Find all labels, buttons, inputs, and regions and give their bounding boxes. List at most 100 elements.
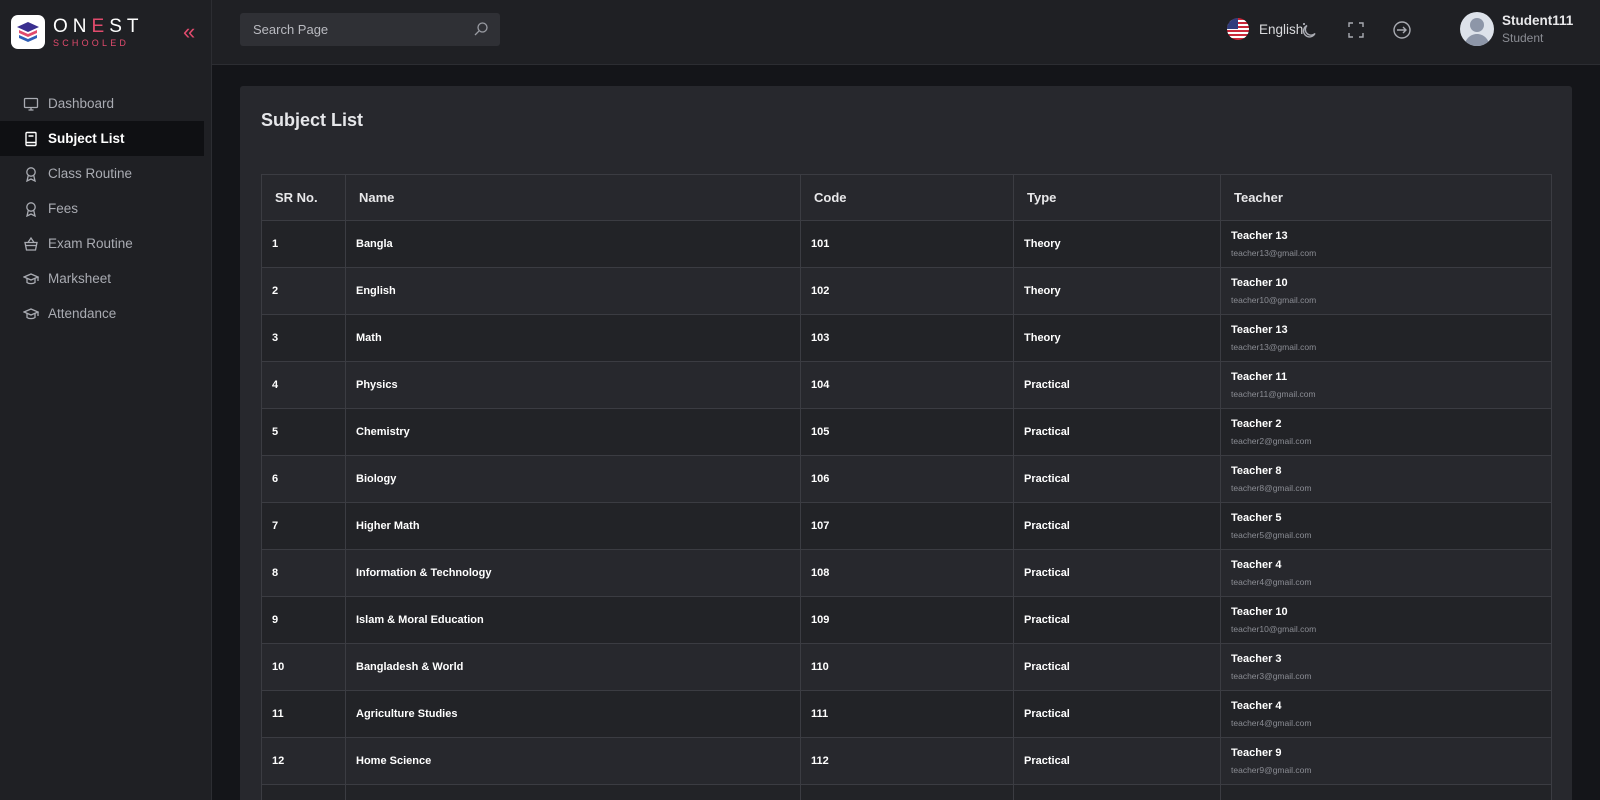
cell-teacher: Teacher 9 teacher9@gmail.com: [1220, 737, 1552, 785]
cell-type: Practical: [1013, 502, 1221, 550]
teacher-name: Teacher 5: [1231, 512, 1282, 524]
teacher-email: teacher4@gmail.com: [1231, 718, 1312, 728]
cell-type: Theory: [1013, 220, 1221, 268]
cell-teacher: Teacher 11 teacher11@gmail.com: [1220, 361, 1552, 409]
cell-teacher: Teacher 5: [1220, 784, 1552, 800]
sidebar-item-fees[interactable]: Fees: [0, 191, 204, 226]
teacher-name: Teacher 13: [1231, 230, 1288, 242]
sidebar-item-label: Fees: [48, 201, 79, 216]
teacher-email: teacher4@gmail.com: [1231, 577, 1312, 587]
cell-sr: 2: [261, 267, 346, 315]
sidebar-item-dashboard[interactable]: Dashboard: [0, 86, 204, 121]
cell-teacher: Teacher 8 teacher8@gmail.com: [1220, 455, 1552, 503]
language-selector[interactable]: English: [1227, 18, 1303, 40]
teacher-name: Teacher 11: [1231, 371, 1288, 383]
sidebar-item-subject-list[interactable]: Subject List: [0, 121, 204, 156]
page-title: Subject List: [261, 110, 364, 130]
fullscreen-icon[interactable]: [1345, 19, 1367, 41]
cell-sr: 8: [261, 549, 346, 597]
sidebar-item-label: Class Routine: [48, 166, 133, 181]
user-menu[interactable]: Student111 Student: [1460, 12, 1573, 46]
cell-code: 105: [800, 408, 1014, 456]
cell-sr: 9: [261, 596, 346, 644]
teacher-name: Teacher 10: [1231, 277, 1288, 289]
sidebar-item-class-routine[interactable]: Class Routine: [0, 156, 204, 191]
cell-teacher: Teacher 3 teacher3@gmail.com: [1220, 643, 1552, 691]
teacher-email: teacher2@gmail.com: [1231, 436, 1312, 446]
double-chevron-left-icon: «: [183, 19, 196, 44]
teacher-name: Teacher 13: [1231, 324, 1288, 336]
logo-wordmark: ONEST SCHOOLED: [53, 17, 143, 48]
cell-teacher: Teacher 13 teacher13@gmail.com: [1220, 220, 1552, 268]
cell-name: English: [345, 267, 801, 315]
cell-teacher: Teacher 10 teacher10@gmail.com: [1220, 267, 1552, 315]
cell-code: 108: [800, 549, 1014, 597]
cell-code: 103: [800, 314, 1014, 362]
teacher-name: Teacher 4: [1231, 559, 1282, 571]
table-row: 8 Information & Technology 108 Practical Tea…: [261, 549, 1552, 597]
teacher-name: Teacher 4: [1231, 700, 1282, 712]
cell-sr: 7: [261, 502, 346, 550]
column-header-sr: SR No.: [261, 174, 346, 221]
teacher-email: teacher13@gmail.com: [1231, 248, 1317, 258]
cell-type: Practical: [1013, 408, 1221, 456]
user-role: Student: [1502, 31, 1544, 45]
sidebar-item-exam-routine[interactable]: Exam Routine: [0, 226, 204, 261]
table-row: 11 Agriculture Studies 111 Practical Teacher…: [261, 690, 1552, 738]
cell-code: 101: [800, 220, 1014, 268]
cell-code: 106: [800, 455, 1014, 503]
cell-sr: 11: [261, 690, 346, 738]
sidebar-item-label: Attendance: [48, 306, 117, 321]
us-flag-icon: [1227, 18, 1249, 40]
cell-teacher: Teacher 4 teacher4@gmail.com: [1220, 690, 1552, 738]
cell-sr: 10: [261, 643, 346, 691]
cell-type: Practical: [1013, 549, 1221, 597]
table-row: 5 Chemistry 105 Practical Teacher 2 teacher2@…: [261, 408, 1552, 456]
cell-sr: 5: [261, 408, 346, 456]
cell-sr: 6: [261, 455, 346, 503]
teacher-name: Teacher 8: [1231, 465, 1282, 477]
cell-name: Bangladesh & World: [345, 643, 801, 691]
table-body: 1 Bangla 101 Theory Teacher 13 teacher13@gmai…: [261, 220, 1552, 800]
cell-name: Bangla: [345, 220, 801, 268]
search-input[interactable]: [240, 22, 455, 37]
cell-teacher: Teacher 5 teacher5@gmail.com: [1220, 502, 1552, 550]
logo-name-accent: E: [91, 15, 110, 37]
cell-code: [800, 784, 1014, 800]
basket-icon: [22, 235, 40, 253]
cell-code: 111: [800, 690, 1014, 738]
sidebar-item-marksheet[interactable]: Marksheet: [0, 261, 204, 296]
award-icon: [22, 200, 40, 218]
cell-code: 102: [800, 267, 1014, 315]
table-row: 10 Bangladesh & World 110 Practical Teacher …: [261, 643, 1552, 691]
book-icon: [22, 130, 40, 148]
teacher-name: Teacher 3: [1231, 653, 1282, 665]
cell-name: Physics: [345, 361, 801, 409]
table-row: 3 Math 103 Theory Teacher 13 teacher13@gmail.…: [261, 314, 1552, 362]
teacher-email: teacher13@gmail.com: [1231, 342, 1317, 352]
app-logo[interactable]: ONEST SCHOOLED: [11, 15, 143, 49]
dark-mode-toggle-icon[interactable]: [1299, 19, 1321, 41]
cell-name: Islam & Moral Education: [345, 596, 801, 644]
search-icon[interactable]: [473, 21, 489, 37]
logout-icon[interactable]: [1391, 19, 1413, 41]
teacher-email: teacher8@gmail.com: [1231, 483, 1312, 493]
cell-teacher: Teacher 10 teacher10@gmail.com: [1220, 596, 1552, 644]
sidebar-collapse-button[interactable]: «: [183, 19, 196, 44]
logo-name-right: ST: [109, 15, 144, 37]
cell-code: 110: [800, 643, 1014, 691]
cell-name: Biology: [345, 455, 801, 503]
graduation-cap-icon: [22, 305, 40, 323]
table-row: 1 Bangla 101 Theory Teacher 13 teacher13@gmai…: [261, 220, 1552, 268]
sidebar-item-attendance[interactable]: Attendance: [0, 296, 204, 331]
sidebar-item-label: Marksheet: [48, 271, 112, 286]
teacher-email: teacher10@gmail.com: [1231, 624, 1317, 634]
cell-type: Practical: [1013, 361, 1221, 409]
sidebar-item-label: Dashboard: [48, 96, 115, 111]
cell-sr: 12: [261, 737, 346, 785]
sidebar: ONEST SCHOOLED « Dashboard Subject List …: [0, 0, 212, 800]
cell-name: [345, 784, 801, 800]
graduation-cap-icon: [22, 270, 40, 288]
column-header-type: Type: [1013, 174, 1221, 221]
sidebar-item-label: Exam Routine: [48, 236, 133, 251]
